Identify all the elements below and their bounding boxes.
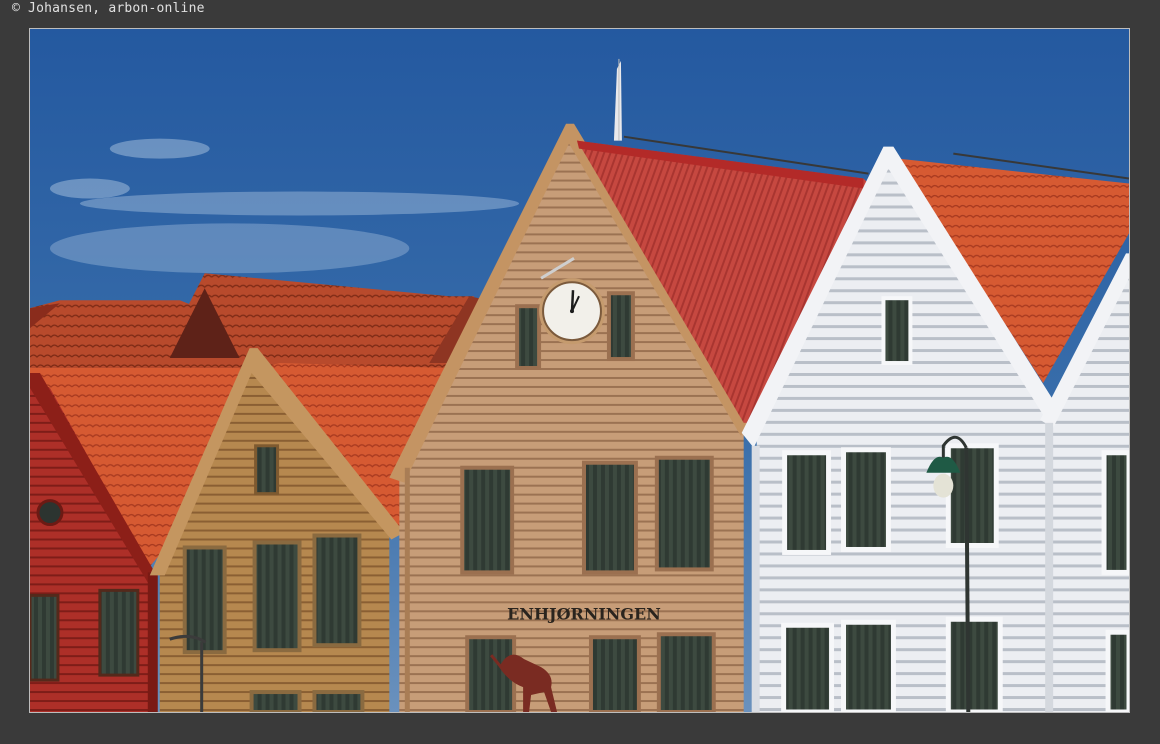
photo-credit: © Johansen, arbon-online: [12, 1, 205, 16]
photo-frame: ENHJØRNINGEN: [29, 28, 1130, 713]
bryggen-houses-photo: ENHJØRNINGEN: [30, 29, 1129, 712]
building-sign: ENHJØRNINGEN: [507, 604, 661, 623]
